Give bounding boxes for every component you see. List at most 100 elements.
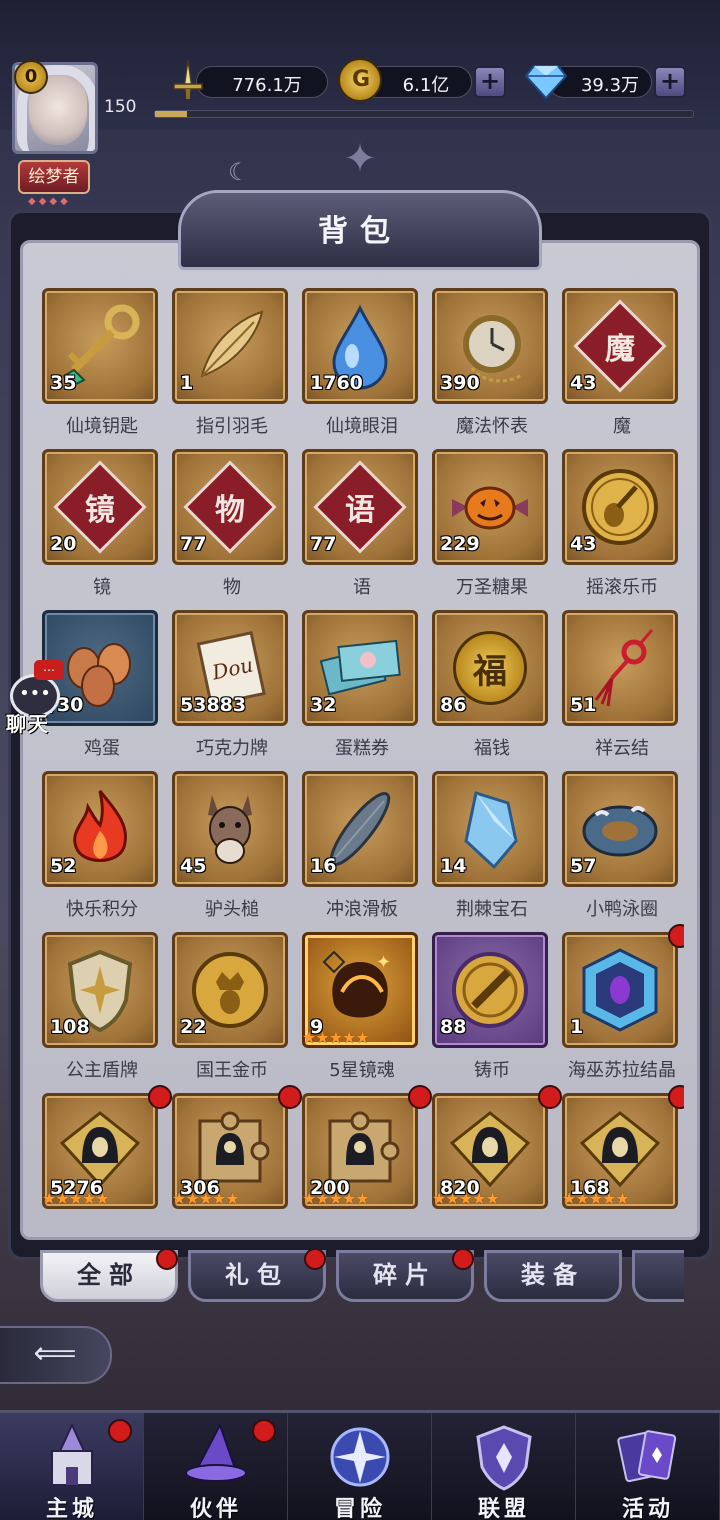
sword-power-icon <box>166 58 210 102</box>
item-name: 祥云结 <box>595 738 649 759</box>
item-quantity: 20 <box>50 533 77 555</box>
notification-dot <box>252 1419 276 1443</box>
nav-item-4[interactable]: 活动 <box>576 1413 720 1520</box>
item-cell[interactable]: 52 快乐积分 <box>38 771 158 921</box>
nav-item-0[interactable]: 主城 <box>0 1413 144 1520</box>
back-button[interactable]: ⟸ <box>0 1326 112 1384</box>
add-gems-button[interactable]: + <box>654 66 686 98</box>
crescent-moon-icon: ☾ <box>228 158 250 186</box>
item-name: 驴头槌 <box>205 899 259 920</box>
item-cell[interactable]: 14 荆棘宝石 <box>428 771 548 921</box>
item-name: 指引羽毛 <box>196 416 268 437</box>
item-quantity: 306 <box>180 1177 220 1199</box>
guild-shield-icon <box>468 1421 540 1493</box>
item-cell[interactable]: 32 蛋糕券 <box>298 610 418 760</box>
item-quantity: 168 <box>570 1177 610 1199</box>
item-cell[interactable]: ★★★★★ 5276 <box>38 1085 172 1218</box>
item-cell[interactable]: 魔 43 魔 <box>558 288 678 438</box>
nav-item-3[interactable]: 联盟 <box>432 1413 576 1520</box>
tab-3[interactable]: 装备 <box>484 1250 622 1302</box>
item-cell[interactable]: ★★★★★ 200 <box>298 1085 432 1218</box>
title-ornament-icon: ✦ <box>343 136 377 182</box>
item-cell[interactable]: 229 万圣糖果 <box>428 449 548 599</box>
notification-dot <box>108 1419 132 1443</box>
item-quantity: 77 <box>180 533 207 555</box>
item-quantity: 1 <box>180 372 194 394</box>
item-quantity: 43 <box>570 372 597 394</box>
item-name: 国王金币 <box>196 1060 268 1081</box>
item-name: 镜 <box>93 577 111 598</box>
item-cell[interactable]: 108 公主盾牌 <box>38 932 158 1082</box>
item-quantity: 14 <box>440 855 467 877</box>
item-cell[interactable]: 88 铸币 <box>428 932 548 1082</box>
item-cell[interactable]: 22 国王金币 <box>168 932 288 1082</box>
item-quantity: 9 <box>310 1016 324 1038</box>
item-cell[interactable]: 35 仙境钥匙 <box>38 288 158 438</box>
item-quantity: 77 <box>310 533 337 555</box>
item-cell[interactable]: ★★★★★ 820 <box>428 1085 562 1218</box>
vip-badge[interactable]: 0 <box>14 60 48 94</box>
bottom-navigation: 主城 伙伴 冒险 联盟 活动 <box>0 1410 720 1520</box>
compass-star-icon <box>324 1421 396 1493</box>
item-quantity: 86 <box>440 694 467 716</box>
item-cell[interactable]: 45 驴头槌 <box>168 771 288 921</box>
item-quantity: 390 <box>440 372 480 394</box>
item-quantity: 88 <box>440 1016 467 1038</box>
item-cell[interactable]: ★★★★★ 168 <box>558 1085 684 1218</box>
chat-badge: … <box>34 660 64 680</box>
item-name: 铸币 <box>474 1060 510 1081</box>
item-grid[interactable]: 35 仙境钥匙 1 指引羽毛 1760 仙境眼泪 390 魔法怀表魔 43 魔镜 20 镜物 77 物语 7… <box>38 288 684 1218</box>
item-cell[interactable]: 语 77 语 <box>298 449 418 599</box>
player-level: 150 <box>104 97 137 117</box>
item-cell[interactable]: 镜 20 镜 <box>38 449 158 599</box>
chat-label[interactable]: 聊天 <box>6 708 50 737</box>
item-cell[interactable]: ✦ ★★★★★ 9 5星镜魂 <box>298 932 418 1082</box>
item-cell[interactable]: 43 摇滚乐币 <box>558 449 678 599</box>
back-arrow-icon: ⟸ <box>33 1336 77 1371</box>
item-quantity: 52 <box>50 855 77 877</box>
cards-icon <box>612 1421 684 1493</box>
item-name: 小鸭泳圈 <box>586 899 658 920</box>
item-name: 蛋糕券 <box>335 738 389 759</box>
tab-4[interactable]: 灵 <box>632 1250 684 1302</box>
item-name: 海巫苏拉结晶 <box>568 1060 676 1081</box>
nav-label: 联盟 <box>477 1497 530 1520</box>
panel-title: 背包 <box>318 214 402 249</box>
item-cell[interactable]: 51 祥云结 <box>558 610 678 760</box>
item-cell[interactable]: 16 冲浪滑板 <box>298 771 418 921</box>
exp-bar <box>154 110 694 118</box>
item-name: 魔 <box>613 416 631 437</box>
item-quantity: 45 <box>180 855 207 877</box>
item-quantity: 57 <box>570 855 597 877</box>
power-display: 776.1万 <box>196 66 328 98</box>
item-cell[interactable]: 1 指引羽毛 <box>168 288 288 438</box>
item-cell[interactable]: 57 小鸭泳圈 <box>558 771 678 921</box>
svg-text:✦: ✦ <box>376 952 391 973</box>
add-gold-button[interactable]: + <box>474 66 506 98</box>
item-cell[interactable]: 1 海巫苏拉结晶 <box>558 924 684 1082</box>
nav-item-2[interactable]: 冒险 <box>288 1413 432 1520</box>
item-name: 仙境钥匙 <box>66 416 138 437</box>
item-cell[interactable]: ★★★★★ 306 <box>168 1085 302 1218</box>
item-name: 魔法怀表 <box>456 416 528 437</box>
nav-label: 伙伴 <box>189 1497 242 1520</box>
item-cell[interactable]: 物 77 物 <box>168 449 288 599</box>
item-name: 摇滚乐币 <box>586 577 658 598</box>
item-quantity: 820 <box>440 1177 480 1199</box>
item-quantity: 200 <box>310 1177 350 1199</box>
player-title-badge[interactable]: 绘梦者 <box>18 160 90 194</box>
witch-hat-icon <box>180 1421 252 1493</box>
item-cell[interactable]: 1760 仙境眼泪 <box>298 288 418 438</box>
item-name: 万圣糖果 <box>456 577 528 598</box>
item-quantity: 53883 <box>180 694 247 716</box>
item-quantity: 16 <box>310 855 337 877</box>
item-cell[interactable]: Dou 53883 巧克力牌 <box>168 610 288 760</box>
item-quantity: 1 <box>570 1016 584 1038</box>
item-name: 福钱 <box>474 738 510 759</box>
item-quantity: 1760 <box>310 372 363 394</box>
item-cell[interactable]: 390 魔法怀表 <box>428 288 548 438</box>
item-cell[interactable]: 福 86 福钱 <box>428 610 548 760</box>
item-name: 冲浪滑板 <box>326 899 398 920</box>
power-value: 776.1万 <box>232 75 302 96</box>
nav-item-1[interactable]: 伙伴 <box>144 1413 288 1520</box>
